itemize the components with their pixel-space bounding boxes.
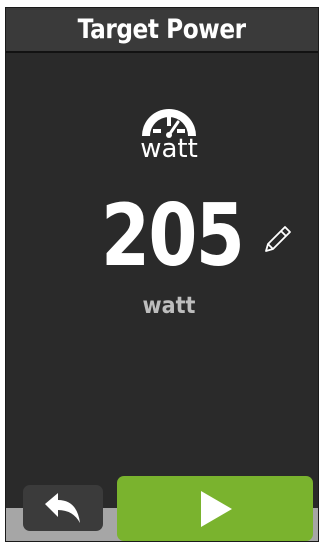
start-button[interactable] — [117, 476, 313, 541]
edit-button[interactable] — [257, 220, 297, 260]
back-button[interactable] — [23, 485, 103, 531]
back-arrow-icon — [45, 493, 80, 523]
target-power-value[interactable]: 205 — [101, 190, 245, 282]
title-bar: Target Power — [6, 8, 318, 53]
unit-icon-label: watt — [140, 134, 198, 164]
page-title: Target Power — [78, 14, 246, 45]
pencil-icon — [265, 226, 291, 252]
play-icon — [201, 490, 232, 527]
value-unit-label: watt — [142, 293, 196, 319]
device-screen: Target Power watt 205 watt — [5, 7, 319, 542]
